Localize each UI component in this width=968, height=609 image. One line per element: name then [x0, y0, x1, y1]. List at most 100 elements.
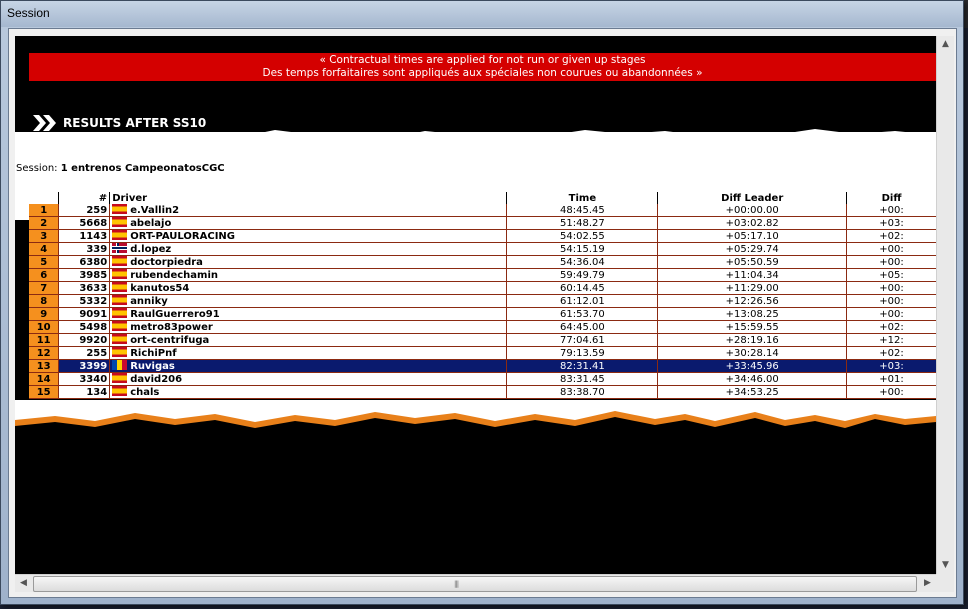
- contractual-times-banner: « Contractual times are applied for not …: [29, 53, 936, 81]
- driver-name: chals: [130, 387, 160, 398]
- header-diff-leader: Diff Leader: [657, 192, 847, 204]
- scroll-right-arrow-icon[interactable]: ▶: [919, 575, 936, 592]
- time-cell: 64:45.00: [506, 320, 658, 334]
- time-cell: 61:12.01: [506, 294, 658, 308]
- car-number-cell: 255: [58, 346, 110, 360]
- vertical-scrollbar[interactable]: ▲ ▼: [936, 36, 954, 574]
- driver-name: Ruvigas: [130, 361, 175, 372]
- time-cell: 83:38.70: [506, 385, 658, 399]
- diff-leader-cell: +30:28.14: [657, 346, 847, 360]
- spain-flag-icon: [112, 269, 128, 279]
- session-window: Session « Contractual times are applied …: [0, 0, 964, 605]
- driver-name: david206: [130, 374, 183, 385]
- diff-leader-cell: +05:50.59: [657, 255, 847, 269]
- car-number-cell: 9091: [58, 307, 110, 321]
- diff-cell: +00:: [846, 255, 936, 269]
- spain-flag-icon: [112, 282, 128, 292]
- header-pos: [29, 192, 59, 204]
- spain-flag-icon: [112, 321, 128, 331]
- diff-leader-cell: +03:02.82: [657, 216, 847, 230]
- position-cell: 7: [29, 281, 59, 295]
- torn-paper-bottom-edge: [15, 400, 936, 428]
- table-row: 10 5498 metro83power 64:45.00 +15:59.55 +02:: [29, 320, 936, 334]
- driver-cell: ort-centrifuga: [109, 333, 507, 347]
- table-row: 14 3340 david206 83:31.45 +34:46.00 +01:: [29, 372, 936, 386]
- diff-leader-cell: +00:00.00: [657, 204, 847, 217]
- diff-cell: +00:: [846, 385, 936, 399]
- diff-leader-cell: +11:29.00: [657, 281, 847, 295]
- driver-name: RichiPnf: [130, 348, 177, 359]
- car-number-cell: 3633: [58, 281, 110, 295]
- driver-cell: Ruvigas: [109, 359, 507, 373]
- driver-cell: chals: [109, 385, 507, 399]
- spain-flag-icon: [112, 373, 128, 383]
- session-label: Session:: [16, 163, 58, 174]
- position-cell: 3: [29, 229, 59, 243]
- car-number-cell: 1143: [58, 229, 110, 243]
- driver-name: ORT-PAULORACING: [130, 231, 235, 242]
- driver-cell: metro83power: [109, 320, 507, 334]
- position-cell: 1: [29, 204, 59, 217]
- driver-name: rubendechamin: [130, 270, 218, 281]
- diff-cell: +00:: [846, 307, 936, 321]
- table-row: 13 3399 Ruvigas 82:31.41 +33:45.96 +03:: [29, 359, 936, 373]
- driver-name: e.Vallin2: [130, 205, 180, 216]
- session-info: Session: 1 entrenos CampeonatosCGC: [16, 163, 225, 174]
- position-cell: 10: [29, 320, 59, 334]
- position-cell: 13: [29, 359, 59, 373]
- driver-name: doctorpiedra: [130, 257, 203, 268]
- title-bar[interactable]: Session: [1, 1, 963, 27]
- position-cell: 6: [29, 268, 59, 282]
- driver-name: ort-centrifuga: [130, 335, 210, 346]
- diff-cell: +01:: [846, 372, 936, 386]
- table-row: 7 3633 kanutos54 60:14.45 +11:29.00 +00:: [29, 281, 936, 295]
- table-row: 11 9920 ort-centrifuga 77:04.61 +28:19.16 +12…: [29, 333, 936, 347]
- table-header-row: # Driver Time Diff Leader Diff: [29, 192, 936, 204]
- norway-flag-icon: [112, 243, 128, 253]
- driver-name: abelajo: [130, 218, 172, 229]
- car-number-cell: 5332: [58, 294, 110, 308]
- car-number-cell: 5668: [58, 216, 110, 230]
- table-row: 15 134 chals 83:38.70 +34:53.25 +00:: [29, 385, 936, 399]
- position-cell: 5: [29, 255, 59, 269]
- table-row: 9 9091 RaulGuerrero91 61:53.70 +13:08.25 +00:: [29, 307, 936, 321]
- driver-cell: rubendechamin: [109, 268, 507, 282]
- table-row: 2 5668 abelajo 51:48.27 +03:02.82 +03:: [29, 216, 936, 230]
- car-number-cell: 9920: [58, 333, 110, 347]
- car-number-cell: 5498: [58, 320, 110, 334]
- session-value: 1 entrenos CampeonatosCGC: [60, 163, 225, 174]
- horizontal-scrollbar[interactable]: ◀ ||| ▶: [15, 574, 936, 592]
- time-cell: 79:13.59: [506, 346, 658, 360]
- diff-leader-cell: +34:53.25: [657, 385, 847, 399]
- scroll-left-arrow-icon[interactable]: ◀: [15, 575, 32, 592]
- window-client-area: « Contractual times are applied for not …: [8, 28, 957, 598]
- time-cell: 83:31.45: [506, 372, 658, 386]
- spain-flag-icon: [112, 386, 128, 396]
- time-cell: 48:45.45: [506, 204, 658, 217]
- position-cell: 11: [29, 333, 59, 347]
- time-cell: 61:53.70: [506, 307, 658, 321]
- window-title: Session: [7, 6, 50, 20]
- banner-line-french: Des temps forfaitaires sont appliqués au…: [262, 67, 703, 79]
- time-cell: 60:14.45: [506, 281, 658, 295]
- car-number-cell: 134: [58, 385, 110, 399]
- horizontal-scroll-thumb[interactable]: |||: [33, 576, 917, 592]
- driver-name: kanutos54: [130, 283, 190, 294]
- scroll-up-arrow-icon[interactable]: ▲: [937, 36, 954, 53]
- driver-cell: abelajo: [109, 216, 507, 230]
- table-row: 3 1143 ORT-PAULORACING 54:02.55 +05:17.10 +02…: [29, 229, 936, 243]
- spain-flag-icon: [112, 347, 128, 357]
- diff-cell: +02:: [846, 229, 936, 243]
- spain-flag-icon: [112, 295, 128, 305]
- time-cell: 59:49.79: [506, 268, 658, 282]
- header-diff: Diff: [846, 192, 936, 204]
- diff-cell: +02:: [846, 346, 936, 360]
- car-number-cell: 3985: [58, 268, 110, 282]
- driver-cell: RichiPnf: [109, 346, 507, 360]
- diff-leader-cell: +13:08.25: [657, 307, 847, 321]
- table-row: 6 3985 rubendechamin 59:49.79 +11:04.34 +05:: [29, 268, 936, 282]
- diff-leader-cell: +33:45.96: [657, 359, 847, 373]
- scroll-down-arrow-icon[interactable]: ▼: [937, 557, 954, 574]
- driver-cell: anniky: [109, 294, 507, 308]
- double-chevron-icon: [33, 115, 56, 131]
